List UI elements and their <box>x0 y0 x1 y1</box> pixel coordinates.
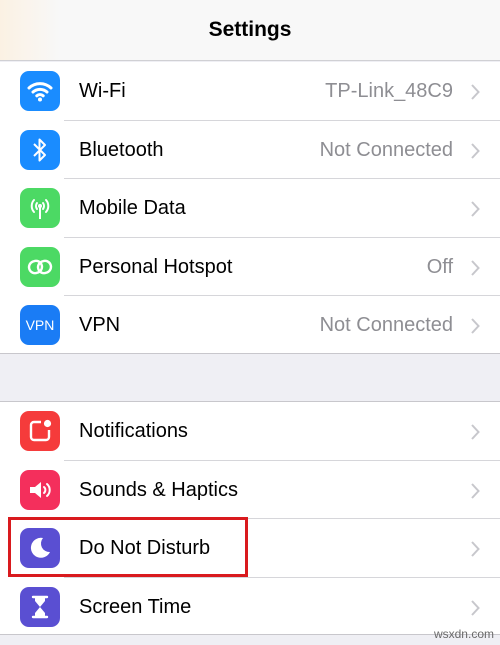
navigation-bar: Settings <box>0 0 500 61</box>
wifi-icon <box>20 71 60 111</box>
chevron-right-icon <box>471 482 480 499</box>
settings-row-screen-time[interactable]: Screen Time <box>0 578 500 637</box>
chevron-right-icon <box>471 599 480 616</box>
settings-row-personal-hotspot[interactable]: Personal Hotspot Off <box>0 238 500 296</box>
highlight-box <box>8 517 248 577</box>
settings-row-notifications[interactable]: Notifications <box>0 402 500 461</box>
chevron-right-icon <box>471 142 480 159</box>
hotspot-chain-icon <box>20 246 60 287</box>
settings-row-sounds-haptics[interactable]: Sounds & Haptics <box>0 461 500 519</box>
vpn-icon: VPN <box>20 305 60 345</box>
row-label: VPN <box>79 314 121 336</box>
vpn-icon-text: VPN <box>25 317 55 333</box>
chevron-right-icon <box>471 318 480 334</box>
antenna-icon <box>20 188 60 228</box>
settings-row-wifi[interactable]: Wi-Fi TP-Link_48C9 <box>0 62 500 121</box>
settings-row-bluetooth[interactable]: Bluetooth Not Connected <box>0 121 500 179</box>
row-value: Off <box>426 255 453 278</box>
row-value: TP-Link_48C9 <box>325 80 453 102</box>
row-label: Personal Hotspot <box>79 255 233 278</box>
chevron-right-icon <box>471 424 480 440</box>
bluetooth-icon <box>20 129 60 170</box>
chevron-right-icon <box>471 201 480 217</box>
chevron-right-icon <box>471 259 480 276</box>
chevron-right-icon <box>471 541 480 557</box>
row-label: Mobile Data <box>79 197 186 219</box>
row-label: Sounds & Haptics <box>79 478 238 501</box>
row-label: Notifications <box>79 420 188 442</box>
settings-row-mobile-data[interactable]: Mobile Data <box>0 179 500 238</box>
row-label: Bluetooth <box>79 138 164 161</box>
notifications-icon <box>20 411 60 451</box>
watermark: wsxdn.com <box>433 627 494 641</box>
row-label: Screen Time <box>79 595 192 618</box>
connectivity-group: Wi-Fi TP-Link_48C9 Bluetooth Not Connect… <box>0 62 500 354</box>
row-value: Not Connected <box>319 314 453 336</box>
row-label: Wi-Fi <box>79 80 126 102</box>
chevron-right-icon <box>471 84 480 100</box>
hourglass-icon <box>20 586 60 627</box>
settings-row-vpn[interactable]: VPN VPN Not Connected <box>0 296 500 355</box>
speaker-icon <box>20 469 60 510</box>
page-title: Settings <box>208 18 292 41</box>
row-value: Not Connected <box>319 138 453 161</box>
